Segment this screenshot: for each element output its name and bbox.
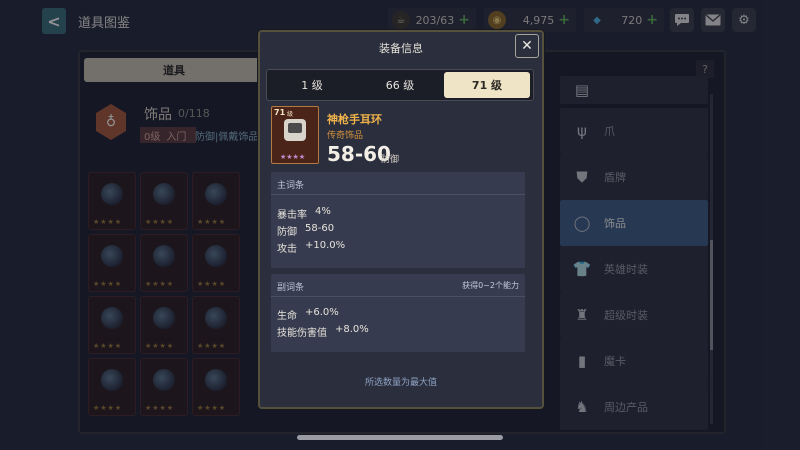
sub-stats-title: 副词条 [277, 283, 305, 293]
tab-level-71[interactable]: 71 级 [444, 72, 530, 98]
item-portrait: 71 级 ★★★★ [271, 106, 319, 164]
close-icon: ✕ [521, 38, 533, 54]
stat-label: 攻击 [277, 244, 297, 255]
item-rarity: 传奇饰品 [327, 131, 364, 141]
stat-row: 防御 58-60 [277, 223, 334, 238]
close-button[interactable]: ✕ [515, 34, 539, 58]
stat-row: 生命 +6.0% [277, 307, 339, 322]
item-main-stat-label: 防御 [381, 155, 400, 165]
stat-value: +8.0% [335, 324, 369, 335]
tab-level-66[interactable]: 66 级 [357, 72, 443, 98]
level-tabs: 1 级 66 级 71 级 [266, 69, 534, 101]
stat-value: +6.0% [305, 307, 339, 318]
stat-label: 防御 [277, 227, 297, 238]
stat-row: 技能伤害值 +8.0% [277, 324, 369, 339]
main-stats-section: 主词条 暴击率 4% 防御 58-60 攻击 +10.0% [271, 172, 525, 268]
stat-label: 技能伤害值 [277, 328, 327, 339]
sub-stats-section: 副词条 获得0~2个能力 生命 +6.0% 技能伤害值 +8.0% [271, 274, 525, 352]
dialog-title: 装备信息 [379, 42, 423, 55]
tab-level-1[interactable]: 1 级 [269, 72, 355, 98]
stat-row: 暴击率 4% [277, 206, 331, 221]
item-level-badge: 71 [274, 108, 286, 117]
item-stars: ★★★★ [280, 153, 306, 161]
stat-value: +10.0% [305, 240, 346, 251]
home-indicator[interactable] [297, 435, 503, 440]
stat-label: 生命 [277, 311, 297, 322]
sub-stats-note: 获得0~2个能力 [462, 281, 519, 290]
stat-value: 4% [315, 206, 331, 217]
main-stats-title: 主词条 [277, 181, 305, 191]
item-name: 神枪手耳环 [327, 113, 382, 126]
stat-value: 58-60 [305, 223, 335, 234]
stat-label: 暴击率 [277, 210, 307, 221]
item-level-unit: 级 [287, 111, 294, 118]
stat-row: 攻击 +10.0% [277, 240, 345, 255]
dialog-footnote: 所选数量为最大值 [364, 378, 437, 388]
